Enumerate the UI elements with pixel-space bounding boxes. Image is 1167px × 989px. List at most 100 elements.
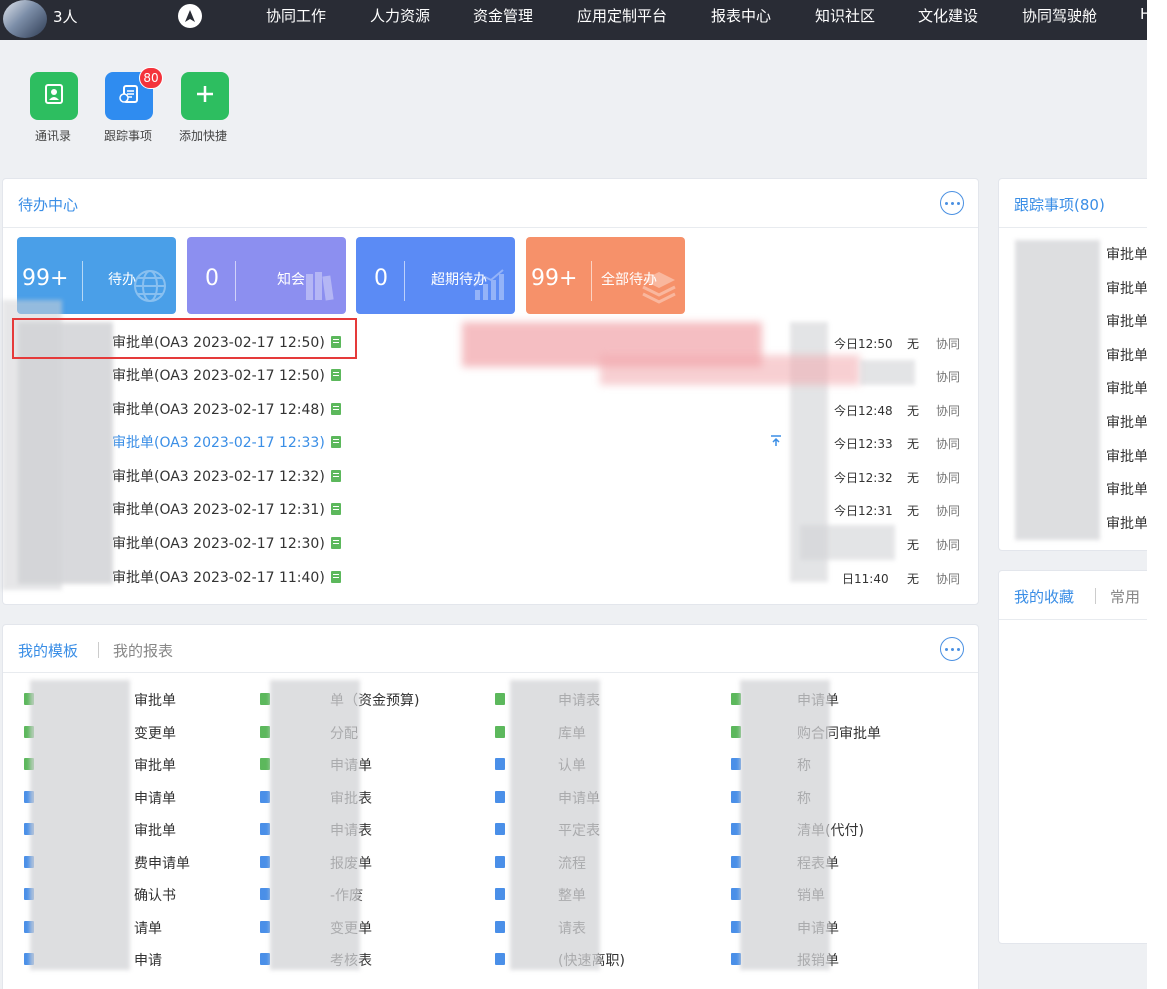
add-shortcut-button[interactable] [181,72,229,120]
todo-row[interactable]: 审批单(OA3 2023-02-17 12:48) 今日12:48 无 协同 [0,390,980,423]
template-item[interactable]: 费申请单 [134,853,190,873]
tracking-title-divider [999,227,1147,228]
tracking-item[interactable]: 审批单 [1106,278,1148,298]
all-todo-card[interactable]: 99+ 全部待办 [526,237,685,314]
todo-row-title[interactable]: 审批单(OA3 2023-02-17 12:48) [112,399,341,419]
tab-my-templates[interactable]: 我的模板 [18,640,78,661]
todo-row[interactable]: 审批单(OA3 2023-02-17 12:31) 今日12:31 无 协同 [0,490,980,523]
nav-item-cockpit[interactable]: 协同驾驶舱 [1022,5,1097,26]
todo-row-importance: 无 [907,337,920,351]
redaction-mask [30,680,130,970]
redaction-mask [270,680,360,970]
nav-item-funds[interactable]: 资金管理 [473,5,533,26]
todo-row-title[interactable]: 审批单(OA3 2023-02-17 12:32) [112,466,341,486]
stack-icon [641,268,677,308]
document-icon [330,403,341,415]
todo-row-importance: 无 [907,437,920,451]
navigation-logo-icon[interactable] [178,4,202,28]
tracking-item[interactable]: 审批单 [1106,244,1148,264]
document-icon [330,369,341,381]
nav-item-reports[interactable]: 报表中心 [711,5,771,26]
document-icon [330,470,341,482]
template-item[interactable]: 审批单 [134,755,176,775]
todo-row-time: 今日12:33 [834,437,893,451]
nav-item-collaboration[interactable]: 协同工作 [266,5,326,26]
template-doc-icon [495,856,505,868]
todo-row-time: 今日12:48 [834,404,893,418]
nav-item-app-platform[interactable]: 应用定制平台 [577,5,667,26]
tracking-item[interactable]: 审批单 [1106,412,1148,432]
template-item[interactable]: 审批单 [134,820,176,840]
notify-card[interactable]: 0 知会 [187,237,346,314]
todo-row-importance: 无 [907,471,920,485]
todo-row-title-text: 审批单(OA3 2023-02-17 11:40) [112,570,325,586]
contacts-icon [43,83,65,109]
tracking-item[interactable]: 审批单 [1106,345,1148,365]
tracking-item[interactable]: 审批单 [1106,479,1148,499]
template-doc-icon [495,693,505,705]
tracking-item[interactable]: 审批单 [1106,513,1148,533]
template-item[interactable]: 审批单 [134,690,176,710]
template-doc-icon [495,791,505,803]
redaction-mask [800,525,895,560]
todo-title-divider [3,227,978,228]
template-item[interactable]: 确认书 [134,885,176,905]
template-doc-icon [260,921,270,933]
document-icon [330,503,341,515]
template-doc-icon [260,953,270,965]
redaction-mask [510,680,600,970]
contacts-button[interactable] [30,72,78,120]
template-doc-icon [260,693,270,705]
tracking-item[interactable]: 审批单 [1106,446,1148,466]
notify-label: 知会 [277,272,305,288]
template-doc-icon [260,758,270,770]
todo-row[interactable]: 审批单(OA3 2023-02-17 12:32) 今日12:32 无 协同 [0,457,980,490]
document-icon [330,537,341,549]
todo-row-title[interactable]: 审批单(OA3 2023-02-17 12:31) [112,499,341,519]
selected-row-highlight [12,318,357,359]
tracking-title: 跟踪事项(80) [1014,196,1105,214]
template-doc-icon [260,726,270,738]
templates-title-divider [3,672,978,673]
pending-count: 99+ [22,266,69,291]
tab-separator [98,642,99,658]
template-item[interactable]: 申请单 [134,788,176,808]
overdue-count: 0 [374,266,388,291]
todo-row[interactable]: 审批单(OA3 2023-02-17 11:40) 日11:40 无 协同 [0,558,980,591]
template-doc-icon [260,791,270,803]
template-item[interactable]: 申请 [134,950,162,970]
online-user-count[interactable]: 3人 [53,6,78,27]
scrollbar-track[interactable] [1147,0,1167,989]
template-doc-icon [260,888,270,900]
todo-more-button[interactable] [940,191,964,215]
redaction-mask [860,360,915,385]
template-item[interactable]: 变更单 [134,723,176,743]
todo-row-title[interactable]: 审批单(OA3 2023-02-17 11:40) [112,567,341,587]
tracking-item[interactable]: 审批单 [1106,311,1148,331]
templates-more-button[interactable] [940,637,964,661]
todo-row-title[interactable]: 审批单(OA3 2023-02-17 12:30) [112,533,341,553]
favorites-title-divider [999,619,1147,620]
nav-item-knowledge[interactable]: 知识社区 [815,5,875,26]
overdue-card[interactable]: 0 超期待办 [356,237,515,314]
template-doc-icon [495,823,505,835]
todo-row-title-text: 审批单(OA3 2023-02-17 12:48) [112,402,325,418]
redaction-mask [1015,240,1100,540]
todo-row-title[interactable]: 审批单(OA3 2023-02-17 12:33) [112,432,341,452]
todo-row-title-text: 审批单(OA3 2023-02-17 12:33) [112,435,325,451]
document-icon [330,436,341,448]
tracking-item[interactable]: 审批单 [1106,378,1148,398]
nav-item-hr[interactable]: 人力资源 [370,5,430,26]
chart-up-icon [471,268,507,308]
pin-top-icon[interactable] [770,435,782,447]
todo-row-title[interactable]: 审批单(OA3 2023-02-17 12:50) [112,365,341,385]
tab-frequently-used[interactable]: 常用 [1110,586,1140,607]
todo-row-source: 协同 [936,471,961,485]
tab-my-favorites[interactable]: 我的收藏 [1014,586,1074,607]
user-avatar[interactable] [3,0,47,38]
tab-my-reports[interactable]: 我的报表 [113,640,173,661]
nav-item-culture[interactable]: 文化建设 [918,5,978,26]
template-doc-icon [495,888,505,900]
todo-row[interactable]: 审批单(OA3 2023-02-17 12:33) 今日12:33 无 协同 [0,423,980,456]
template-item[interactable]: 请单 [134,918,162,938]
